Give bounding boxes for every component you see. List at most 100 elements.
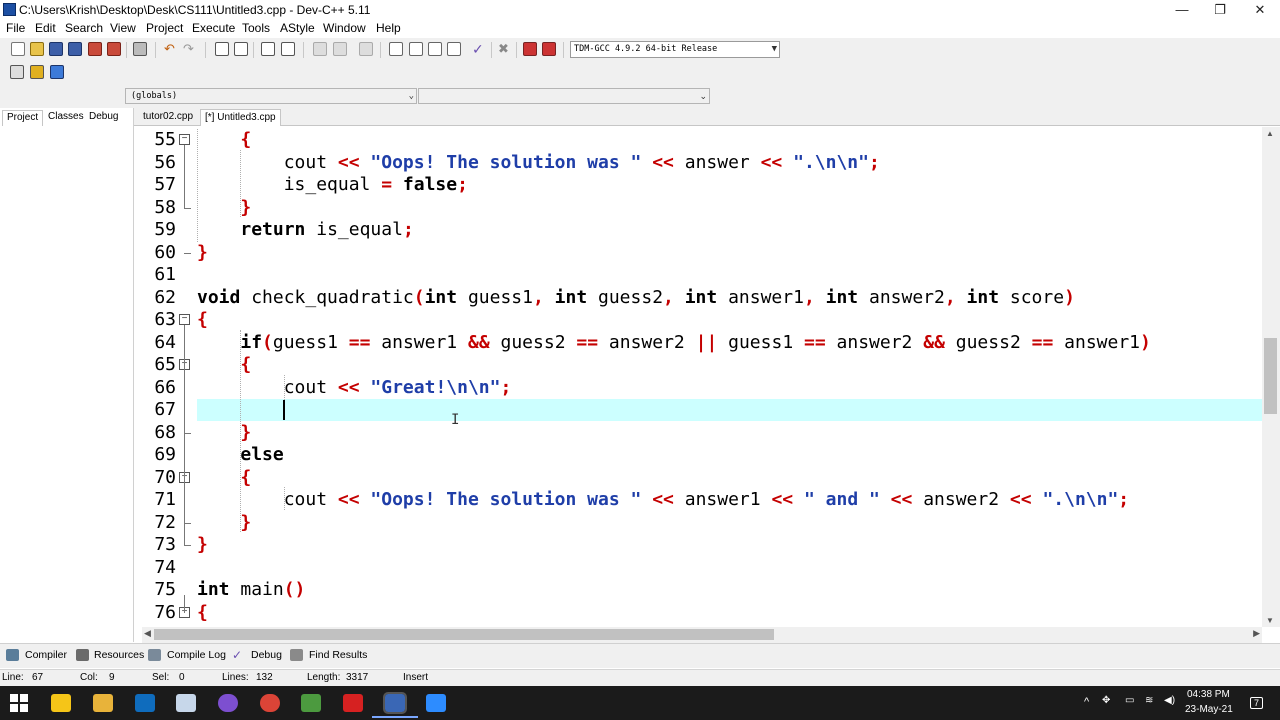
code-line[interactable]: } — [197, 422, 251, 443]
undo-icon[interactable]: ↶ — [164, 42, 178, 56]
devcpp-taskbar-icon[interactable] — [383, 692, 407, 714]
menu-astyle[interactable]: AStyle — [280, 21, 315, 35]
menu-execute[interactable]: Execute — [192, 21, 235, 35]
status-line-value: 67 — [32, 672, 44, 683]
menu-search[interactable]: Search — [65, 21, 103, 35]
replace-icon[interactable] — [234, 42, 248, 56]
member-scope-select[interactable]: ⌄ — [418, 88, 710, 104]
insert-icon[interactable] — [10, 65, 24, 79]
chrome-icon[interactable] — [260, 694, 280, 712]
compile-icon[interactable] — [389, 42, 403, 56]
menu-view[interactable]: View — [110, 21, 136, 35]
redo-icon[interactable]: ↷ — [183, 42, 197, 56]
code-line[interactable]: cout << "Oops! The solution was " << ans… — [197, 152, 880, 173]
run-icon[interactable] — [409, 42, 423, 56]
syntax-check-icon[interactable]: ✓ — [472, 42, 486, 56]
new-file-icon[interactable] — [11, 42, 25, 56]
open-project-icon[interactable] — [30, 42, 44, 56]
scroll-right-icon[interactable]: ▶ — [1253, 628, 1260, 639]
toggle-comment-icon[interactable] — [359, 42, 373, 56]
fold-toggle-icon[interactable]: − — [179, 314, 190, 325]
scroll-left-icon[interactable]: ◀ — [144, 628, 151, 639]
tab-debug[interactable]: Debug — [85, 110, 122, 126]
tray-time[interactable]: 04:38 PM — [1187, 689, 1230, 700]
code-line[interactable]: { — [197, 467, 251, 488]
outlook-icon[interactable] — [135, 694, 155, 712]
indent-icon[interactable] — [313, 42, 327, 56]
compiler-select[interactable]: TDM-GCC 4.9.2 64-bit Release ▼ — [570, 41, 780, 58]
code-line[interactable]: { — [197, 602, 208, 623]
scroll-down-icon[interactable]: ▼ — [1266, 616, 1274, 625]
code-line[interactable]: cout << "Great!\n\n"; — [197, 377, 512, 398]
bookmark-toggle-icon[interactable] — [30, 65, 44, 79]
horizontal-scroll-thumb[interactable] — [154, 629, 774, 640]
file-tab-untitled3[interactable]: [*] Untitled3.cpp — [200, 109, 281, 126]
code-line[interactable]: } — [197, 534, 208, 555]
menu-tools[interactable]: Tools — [242, 21, 270, 35]
fold-toggle-icon[interactable]: − — [179, 134, 190, 145]
code-line[interactable]: if(guess1 == answer1 && guess2 == answer… — [197, 332, 1151, 353]
tab-classes[interactable]: Classes — [44, 110, 88, 126]
start-icon[interactable] — [10, 694, 28, 712]
file-explorer-icon[interactable] — [93, 694, 113, 712]
compile-run-icon[interactable] — [428, 42, 442, 56]
media-player-icon[interactable] — [176, 694, 196, 712]
acrobat-icon[interactable] — [343, 694, 363, 712]
menu-project[interactable]: Project — [146, 21, 183, 35]
code-line[interactable]: { — [197, 129, 251, 150]
zoom-icon[interactable] — [426, 694, 446, 712]
code-line[interactable]: { — [197, 309, 208, 330]
notepad-plus-plus-icon[interactable] — [301, 694, 321, 712]
code-line[interactable]: cout << "Oops! The solution was " << ans… — [197, 489, 1129, 510]
minimize-button[interactable]: — — [1162, 0, 1202, 20]
tab-resources[interactable]: Resources — [94, 649, 144, 661]
tab-debug-bottom[interactable]: Debug — [251, 649, 282, 661]
menu-edit[interactable]: Edit — [35, 21, 56, 35]
close-button[interactable]: ✕ — [1240, 0, 1280, 20]
code-line[interactable]: { — [197, 354, 251, 375]
code-line[interactable]: void check_quadratic(int guess1, int gue… — [197, 287, 1075, 308]
menu-window[interactable]: Window — [323, 21, 366, 35]
scroll-up-icon[interactable]: ▲ — [1266, 129, 1274, 138]
rebuild-icon[interactable] — [447, 42, 461, 56]
profile-icon[interactable] — [523, 42, 537, 56]
close-file-icon[interactable] — [88, 42, 102, 56]
bookmark-goto-icon[interactable] — [50, 65, 64, 79]
notification-center-icon[interactable]: 7 — [1250, 697, 1264, 709]
wifi-icon[interactable]: ≋ — [1145, 695, 1153, 706]
code-line[interactable]: is_equal = false; — [197, 174, 468, 195]
tab-compile-log[interactable]: Compile Log — [167, 649, 226, 661]
save-all-icon[interactable] — [68, 42, 82, 56]
code-line[interactable]: } — [197, 242, 208, 263]
sticky-notes-icon[interactable] — [51, 694, 71, 712]
tab-find-results[interactable]: Find Results — [309, 649, 367, 661]
viber-icon[interactable] — [218, 694, 238, 712]
tab-compiler[interactable]: Compiler — [25, 649, 67, 661]
volume-icon[interactable]: ◀) — [1164, 695, 1175, 706]
close-all-icon[interactable] — [107, 42, 121, 56]
find-icon[interactable] — [215, 42, 229, 56]
unindent-icon[interactable] — [333, 42, 347, 56]
tray-chevron-icon[interactable]: ^ — [1084, 696, 1089, 708]
menu-help[interactable]: Help — [376, 21, 401, 35]
vertical-scroll-thumb[interactable] — [1264, 338, 1277, 414]
print-icon[interactable] — [133, 42, 147, 56]
delete-profile-icon[interactable] — [542, 42, 556, 56]
code-line[interactable]: int main() — [197, 579, 305, 600]
save-icon[interactable] — [49, 42, 63, 56]
class-scope-select[interactable]: (globals) ⌄ — [125, 88, 417, 104]
code-line[interactable]: return is_equal; — [197, 219, 413, 240]
tray-monitor-icon[interactable]: ▭ — [1125, 695, 1134, 706]
goto-line-icon[interactable] — [261, 42, 275, 56]
code-token: , — [944, 286, 956, 308]
code-line[interactable]: } — [197, 197, 251, 218]
menu-file[interactable]: File — [6, 21, 25, 35]
tray-date[interactable]: 23-May-21 — [1185, 704, 1233, 715]
tray-app-icon[interactable]: ✥ — [1102, 695, 1110, 706]
file-tab-tutor02[interactable]: tutor02.cpp — [139, 109, 197, 126]
new-class-icon[interactable] — [281, 42, 295, 56]
maximize-button[interactable]: ❐ — [1200, 0, 1240, 20]
tab-project[interactable]: Project — [2, 110, 44, 126]
stop-execution-icon[interactable]: ✖ — [498, 42, 512, 56]
code-line[interactable]: } — [197, 512, 251, 533]
